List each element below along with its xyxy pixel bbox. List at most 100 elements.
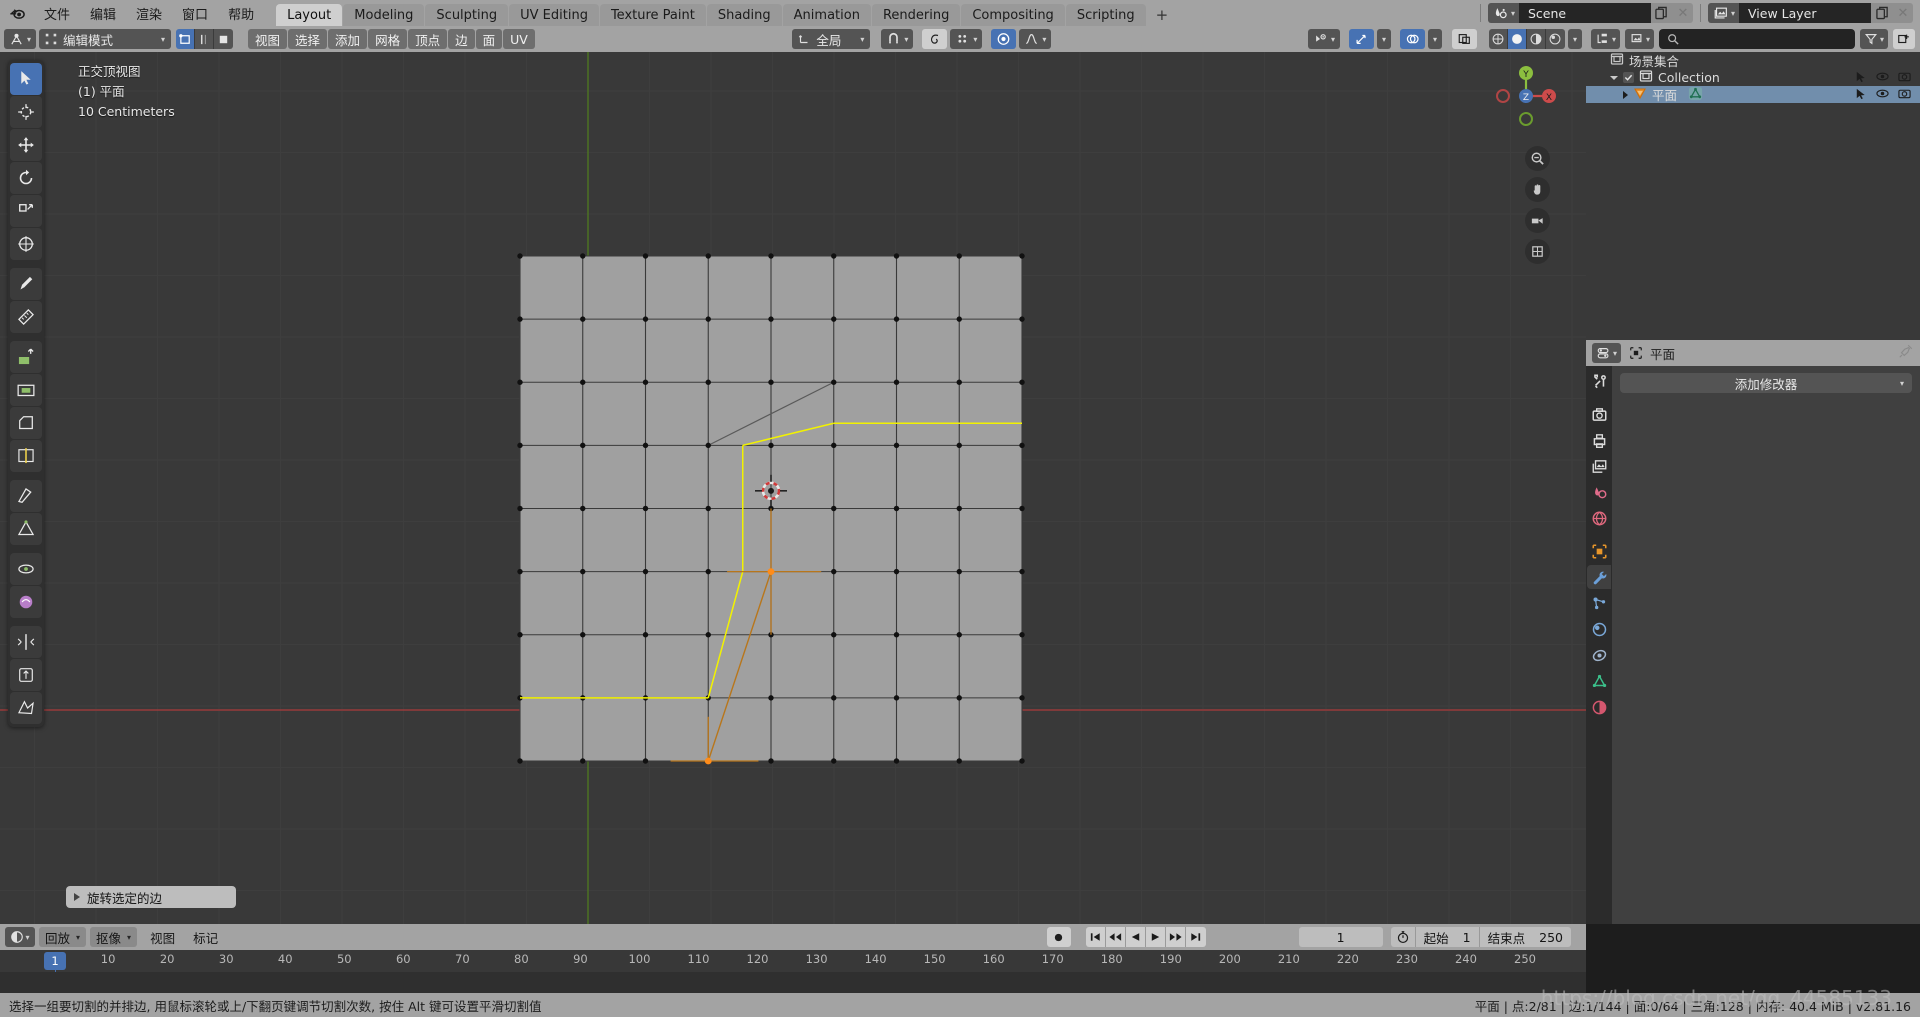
gizmo-toggle[interactable] xyxy=(1348,29,1374,49)
tool-bevel-icon[interactable] xyxy=(10,407,42,439)
viewport-menu-3[interactable]: 网格 xyxy=(368,29,408,49)
add-modifier-button[interactable]: 添加修改器 ▾ xyxy=(1620,373,1912,393)
tab-output[interactable] xyxy=(1587,428,1611,452)
tool-transform-icon[interactable] xyxy=(10,228,42,260)
timeline-menu-0[interactable]: 视图 xyxy=(141,927,184,947)
play-icon[interactable] xyxy=(1145,927,1166,947)
operator-redo-panel[interactable]: 旋转选定的边 xyxy=(66,886,236,908)
timeline-track-area[interactable]: › xyxy=(0,972,1586,1009)
outliner-row-1[interactable]: Collection xyxy=(1586,69,1920,86)
camera-icon[interactable] xyxy=(1898,70,1911,86)
search-input[interactable] xyxy=(1659,29,1855,49)
tool-rotate-icon[interactable] xyxy=(10,162,42,194)
properties-breadcrumb[interactable]: 平面 xyxy=(1629,344,1675,363)
workspace-tab-texture-paint[interactable]: Texture Paint xyxy=(599,4,706,26)
viewport-menu-0[interactable]: 视图 xyxy=(248,29,288,49)
xray-toggle[interactable] xyxy=(1451,29,1477,49)
tab-constraints[interactable] xyxy=(1587,643,1611,667)
navigation-gizmo[interactable]: Y X Z xyxy=(1488,58,1564,134)
workspace-tab-compositing[interactable]: Compositing xyxy=(961,4,1065,26)
eye-icon[interactable] xyxy=(1876,87,1889,103)
outliner-row-0[interactable]: 场景集合 xyxy=(1586,52,1920,69)
new-view-layer-button[interactable] xyxy=(1871,3,1893,23)
viewport-menu-7[interactable]: UV xyxy=(503,29,535,49)
scene-name-field[interactable]: Scene xyxy=(1518,3,1651,23)
start-frame-field[interactable]: 起始 1 xyxy=(1415,927,1480,947)
tool-poly-build-icon[interactable] xyxy=(10,513,42,545)
gizmo-dropdown[interactable]: ▾ xyxy=(1376,29,1391,49)
jump-to-start-icon[interactable] xyxy=(1085,927,1106,947)
viewport-menu-4[interactable]: 顶点 xyxy=(408,29,448,49)
row-checkbox[interactable] xyxy=(1623,72,1634,83)
tool-edge-slide-icon[interactable] xyxy=(10,626,42,658)
tool-cursor-icon[interactable] xyxy=(10,96,42,128)
tool-move-icon[interactable] xyxy=(10,129,42,161)
tool-annotate-icon[interactable] xyxy=(10,268,42,300)
workspace-tab-sculpting[interactable]: Sculpting xyxy=(425,4,509,26)
viewport-canvas[interactable] xyxy=(0,26,1586,924)
editor-type-properties-icon[interactable]: ▾ xyxy=(1592,343,1622,363)
eye-icon[interactable] xyxy=(1876,70,1889,86)
mesh-data-icon[interactable] xyxy=(1688,86,1703,104)
blender-logo-icon[interactable] xyxy=(0,0,34,26)
mode-selector[interactable]: 编辑模式 ▾ xyxy=(39,29,172,49)
tab-world[interactable] xyxy=(1587,506,1611,530)
stopwatch-icon[interactable] xyxy=(1390,927,1416,947)
unlink-scene-button[interactable]: ✕ xyxy=(1672,3,1693,23)
keying-menu[interactable]: 抠像 ▾ xyxy=(90,927,138,947)
new-collection-icon[interactable] xyxy=(1893,29,1915,49)
current-frame-field[interactable]: 1 xyxy=(1298,927,1383,947)
tool-inset-faces-icon[interactable] xyxy=(10,374,42,406)
cursor-select-icon[interactable] xyxy=(1854,70,1867,86)
camera-icon[interactable] xyxy=(1898,87,1911,103)
tab-render[interactable] xyxy=(1587,402,1611,426)
tool-knife-icon[interactable] xyxy=(10,480,42,512)
tab-modifiers[interactable] xyxy=(1587,565,1611,589)
overlays-toggle[interactable] xyxy=(1399,29,1425,49)
object-visibility-button[interactable]: ▾ xyxy=(1307,29,1340,49)
disclosure-triangle-icon[interactable] xyxy=(1610,75,1618,80)
menu-0[interactable]: 文件 xyxy=(34,0,80,26)
toggle-ortho-icon[interactable] xyxy=(1525,239,1550,264)
editor-type-3dview-icon[interactable]: ▾ xyxy=(4,29,37,49)
tool-spin-icon[interactable] xyxy=(10,553,42,585)
workspace-tab-layout[interactable]: Layout xyxy=(276,4,343,26)
tool-shrink-fatten-icon[interactable] xyxy=(10,659,42,691)
falloff-selector[interactable]: ▾ xyxy=(1019,29,1052,49)
view-layer-icon[interactable]: ▾ xyxy=(1707,3,1739,23)
mesh-options-toggle[interactable]: ▾ xyxy=(950,29,983,49)
tab-particles[interactable] xyxy=(1587,591,1611,615)
tab-physics[interactable] xyxy=(1587,617,1611,641)
camera-view-icon[interactable] xyxy=(1525,208,1550,233)
outliner-editor[interactable]: ▾ ▾ ▾ 场景集合 Collection 平面 xyxy=(1586,26,1920,340)
tool-tweak-icon[interactable] xyxy=(10,63,42,95)
record-icon[interactable] xyxy=(1046,927,1071,947)
shading-dropdown[interactable]: ▾ xyxy=(1567,29,1582,49)
workspace-tab-scripting[interactable]: Scripting xyxy=(1065,4,1146,26)
outliner-row-2[interactable]: 平面 xyxy=(1586,86,1920,103)
end-frame-field[interactable]: 结束点 250 xyxy=(1479,927,1571,947)
view-layer-name-field[interactable]: View Layer xyxy=(1739,3,1871,23)
overlays-dropdown[interactable]: ▾ xyxy=(1427,29,1442,49)
scene-icon[interactable]: ▾ xyxy=(1487,3,1519,23)
tool-extrude-region-icon[interactable] xyxy=(10,341,42,373)
prev-keyframe-icon[interactable] xyxy=(1105,927,1126,947)
zoom-icon[interactable] xyxy=(1525,146,1550,171)
workspace-tab-shading[interactable]: Shading xyxy=(706,4,782,26)
tab-material[interactable] xyxy=(1587,695,1611,719)
face-select-icon[interactable] xyxy=(214,29,234,49)
view-layer-selector[interactable]: ▾ View Layer ✕ xyxy=(1707,3,1913,23)
workspace-tab-rendering[interactable]: Rendering xyxy=(871,4,961,26)
frame-range-group[interactable]: 起始 1 结束点 250 xyxy=(1390,927,1571,947)
tab-object-data[interactable] xyxy=(1587,669,1611,693)
viewport-menu-1[interactable]: 选择 xyxy=(288,29,328,49)
workspace-tab-animation[interactable]: Animation xyxy=(782,4,871,26)
tab-view-layer[interactable] xyxy=(1587,454,1611,478)
play-reverse-icon[interactable] xyxy=(1125,927,1146,947)
shading-material-icon[interactable] xyxy=(1526,29,1546,49)
tab-scene[interactable] xyxy=(1587,480,1611,504)
select-mode-group[interactable] xyxy=(176,29,234,49)
workspace-tab-uv-editing[interactable]: UV Editing xyxy=(509,4,599,26)
proportional-edit-toggle[interactable] xyxy=(922,29,948,49)
cursor-select-icon[interactable] xyxy=(1854,87,1867,103)
